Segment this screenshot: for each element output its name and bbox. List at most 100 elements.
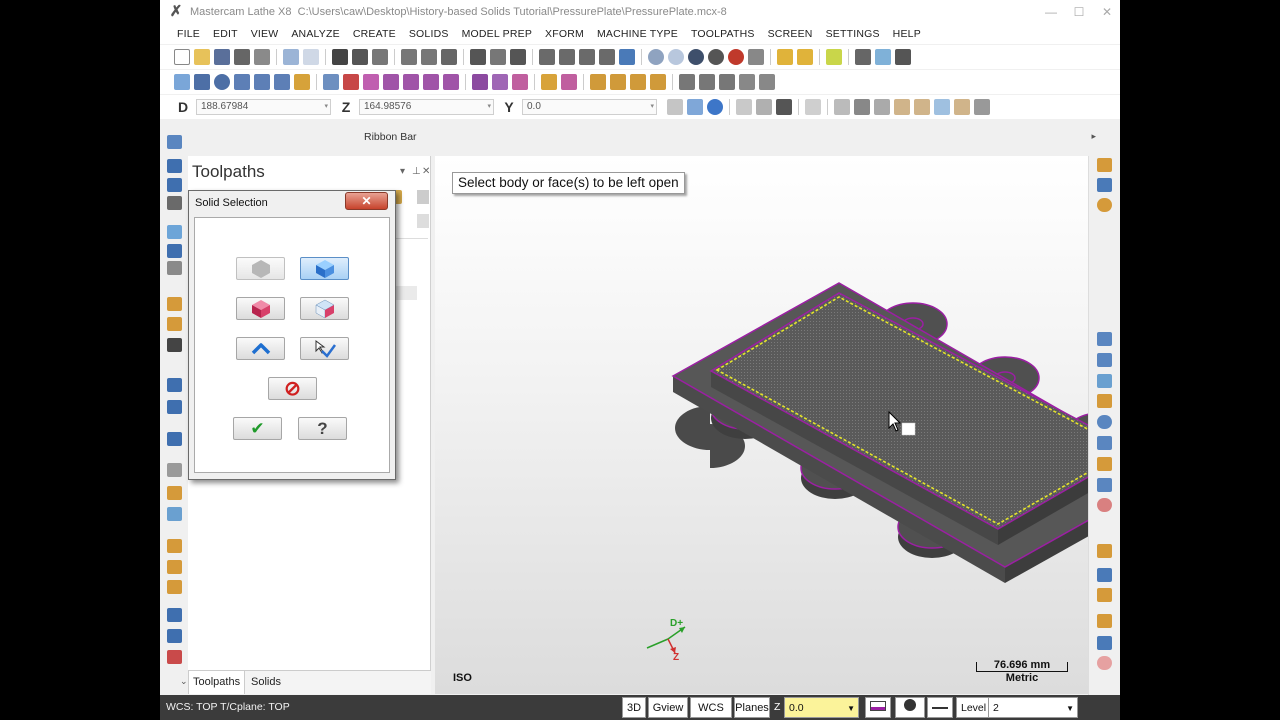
zoom-window-icon[interactable]: [352, 49, 368, 65]
select-loop-icon[interactable]: [954, 99, 970, 115]
xform-scale-icon[interactable]: [423, 74, 439, 90]
tool-manager-icon[interactable]: [895, 49, 911, 65]
mill-toolpath-icon[interactable]: [167, 539, 182, 553]
lathe-thread-icon[interactable]: [167, 261, 182, 275]
menu-toolpaths[interactable]: TOOLPATHS: [691, 28, 755, 40]
contour-icon[interactable]: [167, 560, 182, 574]
menu-help[interactable]: HELP: [893, 28, 921, 40]
lathe-drill-icon[interactable]: [167, 196, 182, 210]
color-button[interactable]: [865, 697, 891, 718]
grid-icon[interactable]: [805, 99, 821, 115]
graphics-viewport[interactable]: D+ Z Select body or face(s) to be left o…: [435, 156, 1088, 694]
trim-break-icon[interactable]: [1097, 394, 1112, 408]
pocket-icon[interactable]: [167, 580, 182, 594]
circle-snap-icon[interactable]: [1097, 415, 1112, 429]
model-prep-history-icon[interactable]: [759, 74, 775, 90]
close-panel-icon[interactable]: ✕: [422, 166, 430, 177]
toolpath-filter-icon[interactable]: [417, 190, 429, 204]
dimension-icon[interactable]: [1097, 332, 1112, 346]
stock-flip-icon[interactable]: [167, 432, 182, 446]
save-icon[interactable]: [214, 49, 230, 65]
zoom-out-icon[interactable]: [421, 49, 437, 65]
repaint-icon[interactable]: [510, 49, 526, 65]
toolpath-tree-item[interactable]: [393, 286, 417, 300]
select-solid-icon[interactable]: [874, 99, 890, 115]
lathe-rough-icon[interactable]: [167, 159, 182, 173]
previous-selection-button[interactable]: [236, 337, 285, 360]
print-preview-icon[interactable]: [254, 49, 270, 65]
menu-solids[interactable]: SOLIDS: [409, 28, 449, 40]
solid-extrude-icon[interactable]: [294, 74, 310, 90]
minimize-button[interactable]: —: [1036, 0, 1066, 24]
view-cplane-icon[interactable]: [619, 49, 635, 65]
gview-button[interactable]: Gview: [648, 697, 688, 718]
solids-box-icon[interactable]: [1097, 158, 1112, 172]
maximize-button[interactable]: ☐: [1064, 0, 1094, 24]
line-style-button[interactable]: [927, 697, 953, 718]
level-down-icon[interactable]: [1097, 568, 1112, 582]
select-face-icon[interactable]: [894, 99, 910, 115]
c-axis-icon[interactable]: [167, 486, 182, 500]
selection-window-icon[interactable]: [834, 99, 850, 115]
d-coordinate-field[interactable]: 188.67984 ▾: [196, 99, 331, 115]
solid-fillet-icon[interactable]: [630, 74, 646, 90]
shading-button[interactable]: [895, 697, 925, 718]
close-window-button[interactable]: ✕: [1092, 0, 1120, 24]
ok-button[interactable]: ✔: [233, 417, 282, 440]
tab-solids[interactable]: Solids: [247, 671, 285, 694]
wcs-button[interactable]: WCS: [690, 697, 732, 718]
settings-config-icon[interactable]: [875, 49, 891, 65]
fillet-icon[interactable]: [1097, 478, 1112, 492]
chain-icon[interactable]: [472, 74, 488, 90]
select-face-button[interactable]: [236, 297, 285, 320]
zoom-target-icon[interactable]: [372, 49, 388, 65]
trim-icon[interactable]: [323, 74, 339, 90]
toolpath-lock-icon[interactable]: [417, 214, 429, 228]
menu-machine-type[interactable]: MACHINE TYPE: [597, 28, 678, 40]
level-up-icon[interactable]: [1097, 544, 1112, 558]
print-icon[interactable]: [234, 49, 250, 65]
z-depth-field[interactable]: 0.0 ▼: [784, 697, 859, 718]
paste-icon[interactable]: [756, 99, 772, 115]
gear-icon[interactable]: [776, 99, 792, 115]
select-edge-icon[interactable]: [914, 99, 930, 115]
menu-create[interactable]: CREATE: [353, 28, 396, 40]
panel-dropdown-icon[interactable]: ▾: [400, 166, 405, 177]
zoom-in-icon[interactable]: [401, 49, 417, 65]
menu-edit[interactable]: EDIT: [213, 28, 238, 40]
highlighter-icon[interactable]: [797, 49, 813, 65]
stock-setup-icon[interactable]: [167, 317, 182, 331]
pan-icon[interactable]: [490, 49, 506, 65]
chuck-icon[interactable]: [167, 338, 182, 352]
xform-mirror-icon[interactable]: [403, 74, 419, 90]
view-iso-icon[interactable]: [599, 49, 615, 65]
new-file-icon[interactable]: [174, 49, 190, 65]
solid-box-icon[interactable]: [590, 74, 606, 90]
machine-group-icon[interactable]: [167, 135, 182, 149]
wireframe-icon[interactable]: [708, 49, 724, 65]
menu-xform[interactable]: XFORM: [545, 28, 584, 40]
3d-button[interactable]: 3D: [622, 697, 646, 718]
unzoom-icon[interactable]: [441, 49, 457, 65]
steadyrest-icon[interactable]: [167, 400, 182, 414]
redo-icon[interactable]: [303, 49, 319, 65]
select-solid-body-button[interactable]: [236, 257, 285, 280]
color-icon[interactable]: [1097, 614, 1112, 628]
pin-icon[interactable]: ⊥: [412, 166, 421, 177]
menu-screen[interactable]: SCREEN: [768, 28, 813, 40]
menu-view[interactable]: VIEW: [251, 28, 279, 40]
globe-icon[interactable]: [648, 49, 664, 65]
fast-point-icon[interactable]: [667, 99, 683, 115]
rectangle-icon[interactable]: [234, 74, 250, 90]
attribute-icon[interactable]: [1097, 656, 1112, 670]
part-model[interactable]: [435, 156, 1088, 694]
verify-selection-button[interactable]: [300, 337, 349, 360]
stop-icon[interactable]: [1097, 498, 1112, 512]
point-snap-icon[interactable]: [1097, 374, 1112, 388]
z-coordinate-field[interactable]: 164.98576 ▾: [359, 99, 494, 115]
point-icon[interactable]: [174, 74, 190, 90]
y-axis-icon[interactable]: [167, 507, 182, 521]
help-button[interactable]: ?: [298, 417, 347, 440]
select-back-face-button[interactable]: [300, 297, 349, 320]
stock-advance-icon[interactable]: [167, 463, 182, 477]
